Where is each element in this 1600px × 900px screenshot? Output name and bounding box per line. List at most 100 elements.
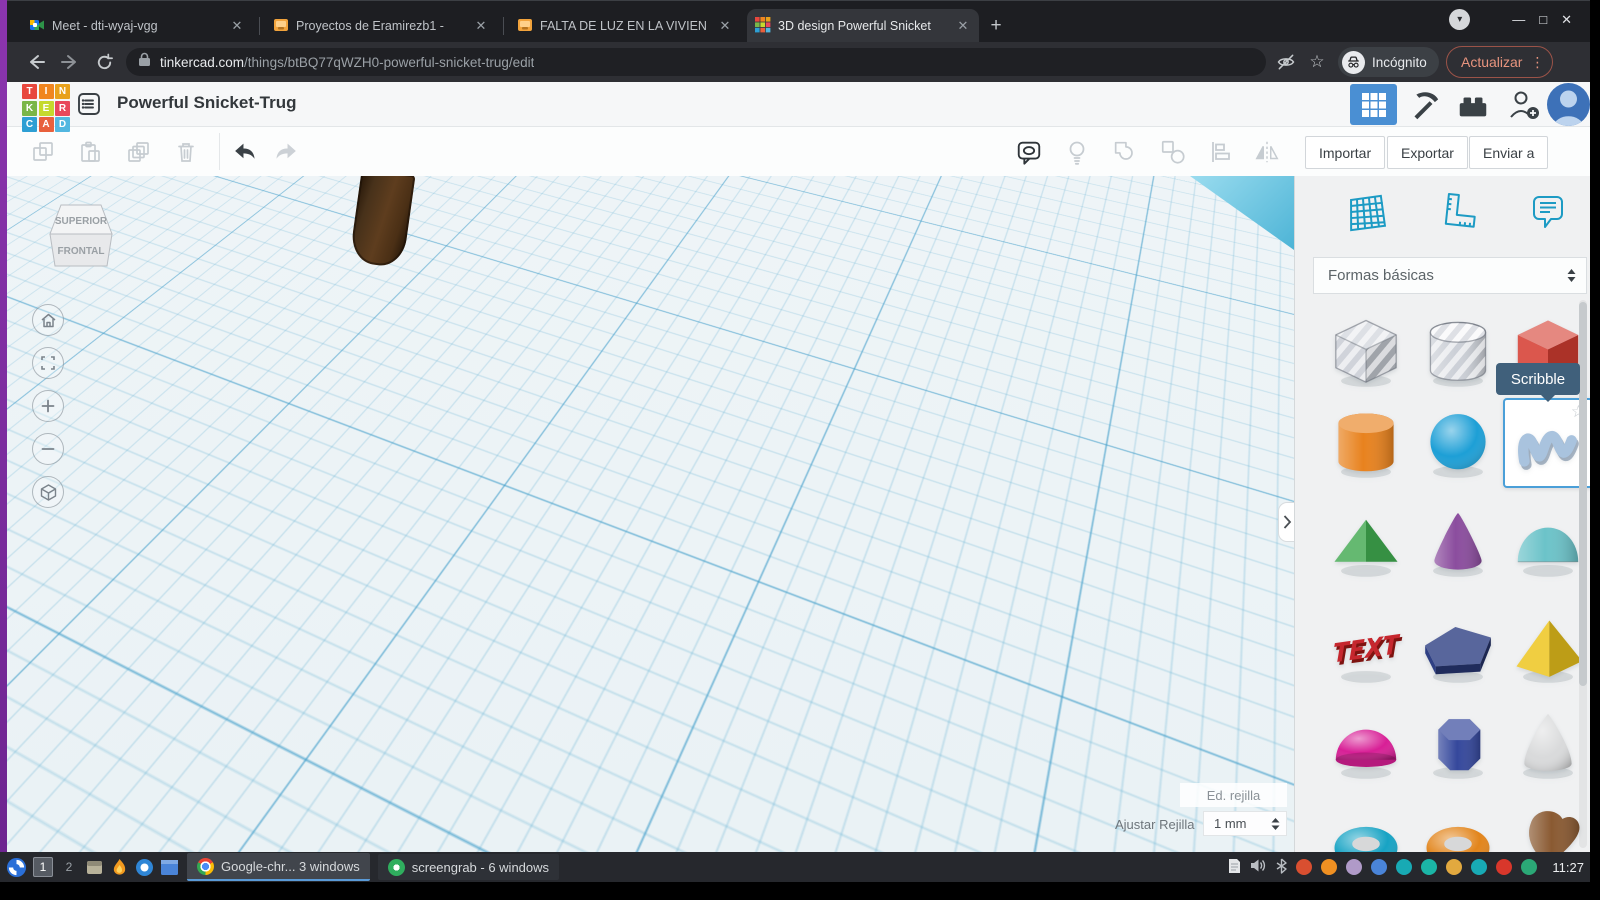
shape-orange-cylinder[interactable]	[1324, 401, 1408, 485]
design-title[interactable]: Powerful Snicket-Trug	[117, 93, 296, 113]
tray-app-icon[interactable]	[1446, 859, 1463, 875]
redo-icon[interactable]	[272, 138, 300, 166]
delete-icon[interactable]	[172, 138, 200, 166]
shape-red-text[interactable]: TEXT TEXT	[1324, 606, 1408, 690]
flame-app-icon[interactable]	[110, 855, 129, 879]
tab-title: FALTA DE LUZ EN LA VIVIEN	[540, 19, 707, 33]
shape-teal-torus[interactable]	[1324, 798, 1408, 852]
forward-icon[interactable]	[55, 47, 85, 77]
ungroup-icon[interactable]	[1159, 138, 1187, 166]
zoom-in-icon[interactable]	[32, 390, 64, 422]
minecraft-pickaxe-icon[interactable]	[1405, 87, 1441, 123]
shape-yellow-pyramid[interactable]	[1506, 606, 1590, 690]
shape-orange-torus[interactable]	[1416, 798, 1500, 852]
close-icon[interactable]: ✕	[1561, 12, 1572, 28]
group-icon[interactable]	[1111, 138, 1139, 166]
blue-circle-app-icon[interactable]	[135, 855, 154, 879]
address-bar[interactable]: tinkercad.com/things/btBQ77qWZH0-powerfu…	[126, 48, 1266, 76]
export-button[interactable]: Exportar	[1387, 136, 1468, 169]
shape-purple-cone[interactable]	[1416, 500, 1500, 584]
user-avatar[interactable]	[1547, 83, 1590, 126]
align-icon[interactable]	[1207, 138, 1235, 166]
notes-comment-icon[interactable]	[1015, 138, 1043, 166]
panel-collapse-handle[interactable]	[1278, 502, 1294, 542]
shape-transparent-cylinder[interactable]	[1416, 310, 1500, 394]
paste-icon[interactable]	[76, 138, 104, 166]
shape-silver-paraboloid[interactable]	[1506, 702, 1590, 786]
3d-viewport[interactable]: SUPERIOR FRONTAL Ed. rejilla Ajustar Rej…	[7, 176, 1294, 852]
tab-close-icon[interactable]: ✕	[717, 18, 733, 34]
file-manager-icon[interactable]	[85, 855, 104, 879]
tab-close-icon[interactable]: ✕	[473, 18, 489, 34]
maximize-icon[interactable]: □	[1539, 12, 1547, 27]
tab-proyectos[interactable]: Proyectos de Eramirezb1 - ✕	[265, 9, 497, 43]
browser-menu-icon[interactable]: ⋮	[1530, 54, 1544, 71]
taskbar-window-screengrab[interactable]: screengrab - 6 windows	[377, 854, 560, 880]
spinner-arrows-icon[interactable]	[1271, 817, 1280, 830]
dashboard-grid-button[interactable]	[1350, 84, 1397, 125]
home-view-icon[interactable]	[32, 304, 64, 336]
tray-app-icon[interactable]	[1471, 859, 1488, 875]
shape-magenta-half-sphere[interactable]	[1324, 702, 1408, 786]
design-properties-icon[interactable]	[75, 90, 103, 118]
tray-app-icon[interactable]	[1321, 859, 1338, 875]
tray-app-icon[interactable]	[1371, 859, 1388, 875]
import-button[interactable]: Importar	[1305, 136, 1386, 169]
shape-teal-round-roof[interactable]	[1506, 500, 1590, 584]
mirror-flip-icon[interactable]	[1253, 138, 1281, 166]
tray-app-icon[interactable]	[1296, 859, 1313, 875]
shape-blue-hex-prism[interactable]	[1416, 702, 1500, 786]
tinkercad-logo[interactable]: TIN KER CAD	[22, 84, 71, 134]
view-cube[interactable]: SUPERIOR FRONTAL	[43, 202, 119, 272]
new-tab-button[interactable]: +	[983, 13, 1009, 39]
copy-icon[interactable]	[29, 138, 57, 166]
panel-scrollbar[interactable]	[1579, 300, 1587, 848]
undo-icon[interactable]	[230, 138, 258, 166]
back-icon[interactable]	[21, 47, 51, 77]
shape-green-roof[interactable]	[1324, 500, 1408, 584]
bluetooth-icon[interactable]	[1276, 857, 1288, 877]
add-person-icon[interactable]	[1507, 88, 1541, 122]
tab-search-icon[interactable]: ▾	[1449, 9, 1471, 30]
tab-close-icon[interactable]: ✕	[955, 18, 971, 34]
eye-off-icon[interactable]	[1271, 47, 1301, 77]
tab-3d-design-active[interactable]: 3D design Powerful Snicket ✕	[747, 9, 979, 43]
tinkercad-favicon	[755, 16, 771, 36]
panel-scrollbar-thumb[interactable]	[1579, 302, 1587, 686]
screengrab-icon	[387, 858, 405, 876]
window-app-icon[interactable]	[160, 855, 179, 879]
update-chrome-button[interactable]: Actualizar ⋮	[1446, 46, 1554, 78]
zoom-out-icon[interactable]	[32, 433, 64, 465]
shape-scribble[interactable]: ☆	[1503, 398, 1590, 488]
tray-app-icon[interactable]	[1421, 859, 1438, 875]
edit-grid-button[interactable]: Ed. rejilla	[1180, 783, 1287, 807]
tray-app-icon[interactable]	[1521, 859, 1538, 875]
reload-icon[interactable]	[89, 47, 119, 77]
lightbulb-icon[interactable]	[1063, 138, 1091, 166]
shape-transparent-box[interactable]	[1324, 310, 1408, 394]
lego-brick-icon[interactable]	[1455, 89, 1491, 123]
taskbar-window-chrome[interactable]: Google-chr... 3 windows	[187, 853, 370, 881]
tab-close-icon[interactable]: ✕	[229, 18, 245, 34]
bookmark-star-icon[interactable]: ☆	[1302, 47, 1332, 77]
shape-blue-sphere[interactable]	[1416, 401, 1500, 485]
taskbar-clock[interactable]: 11:27	[1552, 860, 1584, 875]
tray-app-icon[interactable]	[1396, 859, 1413, 875]
tray-app-icon[interactable]	[1496, 859, 1513, 875]
tab-falta-de-luz[interactable]: FALTA DE LUZ EN LA VIVIEN ✕	[509, 9, 741, 43]
snap-grid-select[interactable]: 1 mm	[1203, 811, 1287, 836]
shape-brown-heart[interactable]	[1506, 798, 1590, 852]
volume-icon[interactable]	[1250, 858, 1267, 876]
minimize-icon[interactable]: —	[1512, 12, 1525, 27]
orthographic-view-icon[interactable]	[32, 476, 64, 508]
workspace-2[interactable]: 2	[59, 857, 79, 877]
shape-navy-polygon[interactable]	[1416, 606, 1500, 690]
duplicate-icon[interactable]	[124, 138, 152, 166]
send-to-button[interactable]: Enviar a	[1469, 136, 1549, 169]
notes-tray-icon[interactable]	[1228, 858, 1241, 877]
tray-app-icon[interactable]	[1346, 859, 1363, 875]
workspace-1[interactable]: 1	[33, 857, 53, 877]
fit-view-icon[interactable]	[32, 347, 64, 379]
app-launcher-icon[interactable]	[6, 855, 27, 879]
tab-meet[interactable]: Meet - dti-wyaj-vgg ✕	[21, 9, 253, 43]
